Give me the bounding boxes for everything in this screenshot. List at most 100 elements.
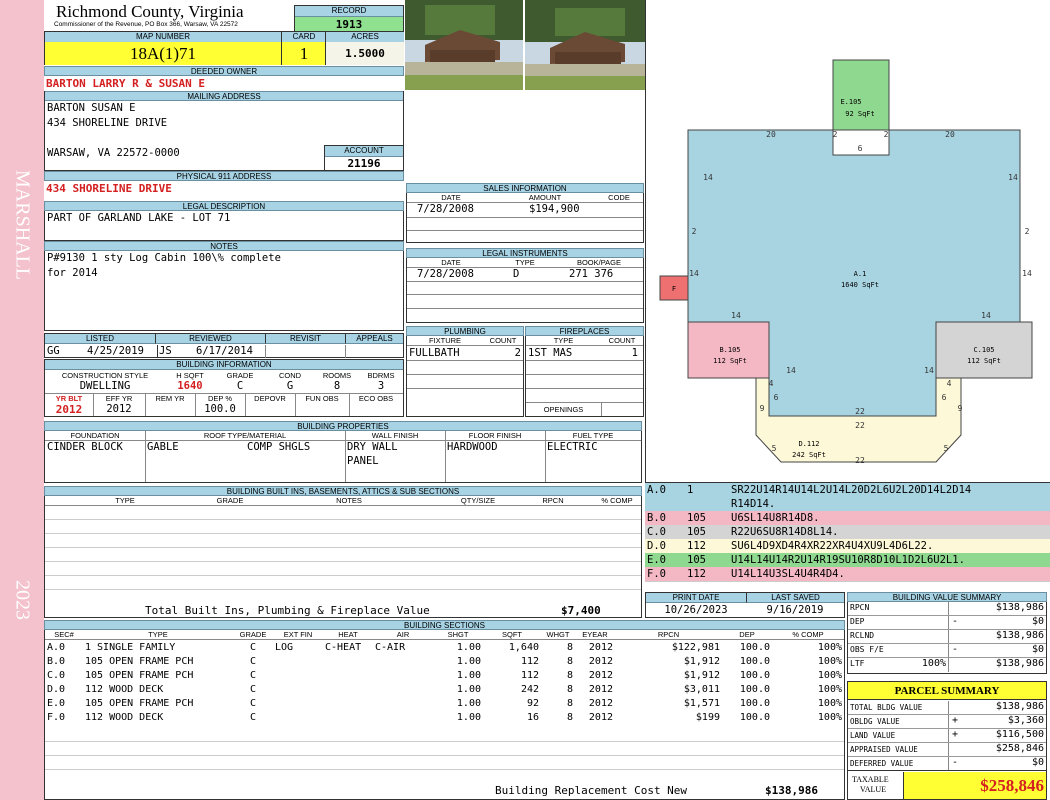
section-cell: LOG	[275, 641, 294, 653]
vector-row-b: B.0 105 U6SL14U8R14D8.	[645, 511, 1050, 526]
section-cell: $1,912	[683, 669, 720, 681]
bi-dep: 100.0	[204, 403, 236, 415]
fire-openings: OPENINGS	[543, 405, 584, 414]
section-cell: $1,571	[683, 697, 720, 709]
vector-string: SR22U14R14U14L2U14L20D2L6U2L20D14L2D14	[731, 484, 972, 496]
reviewed-date: 6/17/2014	[196, 345, 253, 357]
saved-date-label: LAST SAVED	[746, 593, 844, 603]
vector-string: SU6L4D9XD4R4XR22XR4U4XU9L4D6L22.	[731, 540, 934, 552]
vs-dep-label: DEP	[850, 617, 865, 626]
section-cell: 242	[520, 683, 539, 695]
notes-line2: for 2014	[47, 267, 98, 279]
sketch-e-label: E.105	[840, 98, 861, 106]
vs-ltf: $138,986	[995, 658, 1044, 669]
prop-wall2: PANEL	[347, 455, 379, 467]
section-cell: $199	[695, 711, 720, 723]
section-cell: 8	[566, 641, 573, 653]
section-cell: 100%	[817, 711, 842, 723]
bi-h-sqft: H SQFT	[176, 371, 204, 380]
vector-code: 105	[687, 512, 706, 524]
builtins-box: TYPE GRADE NOTES QTY/SIZE RPCN % COMP To…	[44, 496, 642, 618]
section-cell: 16	[526, 711, 539, 723]
section-cell: 1.00	[456, 697, 481, 709]
listed-header: LISTED	[45, 334, 155, 344]
section-cell: 100.0	[739, 655, 770, 667]
ps-appraised-label: APPRAISED VALUE	[850, 745, 918, 754]
ps-obldg-label: OBLDG VALUE	[850, 717, 900, 726]
legal-label: LEGAL DESCRIPTION	[44, 201, 404, 211]
vector-row-d: D.0 112 SU6L4D9XD4R4XR22XR4U4XU9L4D6L22.	[645, 539, 1050, 554]
svg-text:22: 22	[855, 421, 865, 430]
vs-rpcn-label: RPCN	[850, 603, 870, 612]
ps-land-sign: +	[952, 729, 959, 740]
svg-text:20: 20	[766, 130, 776, 139]
section-cell: 100%	[817, 669, 842, 681]
section-row: F.0 112 WOOD DECK C 1.00 16 8 2012 $199 100.0 100…	[45, 710, 844, 724]
bi-effyr: 2012	[106, 403, 132, 415]
ps-obldg-sign: +	[952, 715, 959, 726]
section-cell: 2012	[588, 655, 613, 667]
section-row: B.0 105 OPEN FRAME PCH C 1.00 112 8 2012 $1,912…	[45, 654, 844, 668]
prop-h-wall: WALL FINISH	[371, 431, 419, 440]
bi-h-rooms: ROOMS	[322, 371, 352, 380]
section-cell: A.0	[47, 641, 66, 653]
col-eyear: EYEAR	[575, 630, 615, 640]
col-shgt: SHGT	[433, 630, 483, 640]
sketch-c-area: 112 SqFt	[967, 357, 1001, 365]
legal-description: PART OF GARLAND LAKE - LOT 71	[47, 212, 231, 224]
svg-text:6: 6	[942, 393, 947, 402]
section-cell: 100%	[817, 683, 842, 695]
map-card-acres: MAP NUMBER 18A(1)71 CARD 1 ACRES 1.5000	[44, 31, 404, 65]
sales-h-date: DATE	[441, 193, 461, 202]
county-title: Richmond County, Virginia	[56, 2, 244, 21]
bi-h-funobs: FUN OBS	[305, 394, 339, 403]
prop-floor: HARDWOOD	[447, 441, 498, 453]
section-cell: 100%	[817, 655, 842, 667]
year-label: 2023	[11, 580, 34, 620]
record-value: 1913	[295, 17, 403, 32]
section-cell	[273, 668, 323, 682]
section-cell: 2012	[588, 641, 613, 653]
svg-text:14: 14	[786, 366, 796, 375]
inst-date: 7/28/2008	[417, 268, 474, 280]
vector-string: U14L14U3SL4U4R4D4.	[731, 568, 845, 580]
inst-type: D	[513, 268, 520, 280]
section-cell: F.0	[47, 711, 66, 723]
bi2-h-comp: % COMP	[601, 496, 633, 505]
bi2-h-notes: NOTES	[336, 496, 362, 505]
print-date: 10/26/2023	[664, 604, 728, 616]
vector-code: 112	[687, 540, 706, 552]
sections-table: SEC# TYPE GRADE EXT FIN HEAT AIR SHGT SQ…	[45, 630, 844, 724]
notes-label: NOTES	[44, 241, 404, 251]
col-extfin: EXT FIN	[273, 630, 323, 640]
print-date-label: PRINT DATE	[646, 593, 746, 603]
vs-dep-sign: -	[952, 616, 959, 627]
svg-text:2: 2	[1025, 227, 1030, 236]
builtins-total-label: Total Built Ins, Plumbing & Fireplace Va…	[145, 604, 430, 617]
reviewed-header: REVIEWED	[155, 334, 265, 344]
bi-h-cond: COND	[278, 371, 302, 380]
section-cell: 100.0	[739, 641, 770, 653]
side-bar: MARSHALL 2023	[0, 0, 44, 800]
vector-sec: F.0	[647, 568, 666, 580]
ps-land: $116,500	[995, 729, 1044, 740]
bi-bdrms: 3	[377, 380, 385, 392]
ps-bldg: $138,986	[995, 701, 1044, 712]
section-cell	[323, 654, 373, 668]
section-cell: 1.00	[456, 669, 481, 681]
physical-address: 434 SHORELINE DRIVE	[46, 182, 172, 195]
svg-text:4: 4	[769, 379, 774, 388]
col-heat: HEAT	[323, 630, 373, 640]
value-summary-title: BUILDING VALUE SUMMARY	[847, 592, 1047, 602]
physical-label: PHYSICAL 911 ADDRESS	[44, 171, 404, 181]
section-row: A.0 1 SINGLE FAMILY C LOG C-HEAT C-AIR 1.00 1,6…	[45, 640, 844, 655]
plumb-count: 2	[514, 347, 521, 359]
sales-box: DATE AMOUNT CODE 7/28/2008 $194,900	[406, 193, 644, 243]
svg-text:20: 20	[945, 130, 955, 139]
saved-date: 9/16/2019	[766, 604, 824, 616]
listed-by: GG	[47, 345, 60, 357]
fire-count: 1	[631, 347, 638, 359]
inst-h-bookpage: BOOK/PAGE	[576, 258, 622, 267]
vector-string: R22U6SU8R14D8L14.	[731, 526, 839, 538]
svg-text:14: 14	[689, 269, 699, 278]
